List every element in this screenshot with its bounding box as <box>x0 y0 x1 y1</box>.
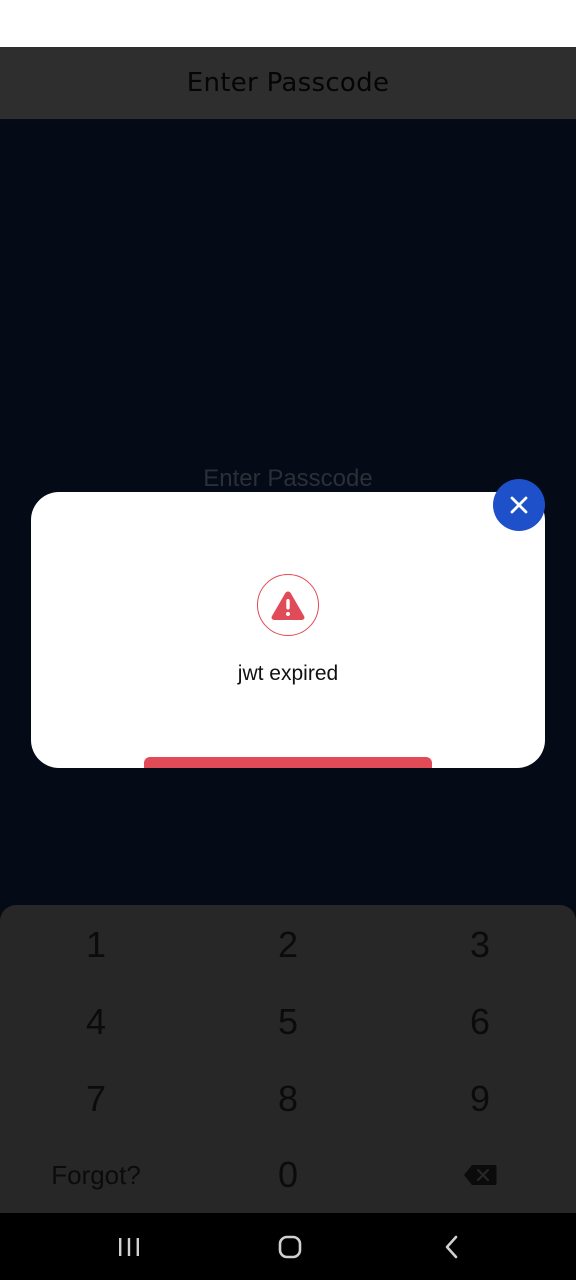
close-button[interactable] <box>493 479 545 531</box>
alert-badge <box>257 574 319 636</box>
numeric-keypad: 1 2 3 4 5 6 7 8 9 Forgot? 0 <box>0 905 576 1213</box>
home-icon <box>278 1235 302 1259</box>
status-bar <box>0 0 576 47</box>
key-8[interactable]: 8 <box>228 1069 348 1129</box>
key-6[interactable]: 6 <box>420 992 540 1052</box>
warning-triangle-icon <box>271 591 305 620</box>
home-button[interactable] <box>260 1223 320 1271</box>
error-message: jwt expired <box>237 662 339 685</box>
key-2[interactable]: 2 <box>228 915 348 975</box>
passcode-prompt: Enter Passcode <box>203 465 373 492</box>
key-7[interactable]: 7 <box>36 1069 156 1129</box>
close-icon <box>510 496 528 514</box>
back-icon <box>445 1235 458 1259</box>
key-1[interactable]: 1 <box>36 915 156 975</box>
page-title: Enter Passcode <box>186 68 390 98</box>
key-3[interactable]: 3 <box>420 915 540 975</box>
key-0[interactable]: 0 <box>228 1145 348 1205</box>
forgot-button[interactable]: Forgot? <box>26 1145 166 1205</box>
recents-icon <box>119 1238 139 1256</box>
backspace-icon <box>464 1165 497 1185</box>
key-5[interactable]: 5 <box>228 992 348 1052</box>
key-4[interactable]: 4 <box>36 992 156 1052</box>
dismiss-timer-fill <box>144 757 432 768</box>
screen: Enter Passcode Enter Passcode 1 2 3 4 5 … <box>0 0 576 1280</box>
backspace-button[interactable] <box>420 1145 540 1205</box>
back-button[interactable] <box>422 1223 482 1271</box>
system-nav-bar <box>0 1213 576 1280</box>
recents-button[interactable] <box>99 1223 159 1271</box>
key-9[interactable]: 9 <box>420 1069 540 1129</box>
error-dialog: jwt expired <box>31 492 545 768</box>
app-header: Enter Passcode <box>0 47 576 119</box>
dismiss-timer-bar <box>144 757 432 768</box>
